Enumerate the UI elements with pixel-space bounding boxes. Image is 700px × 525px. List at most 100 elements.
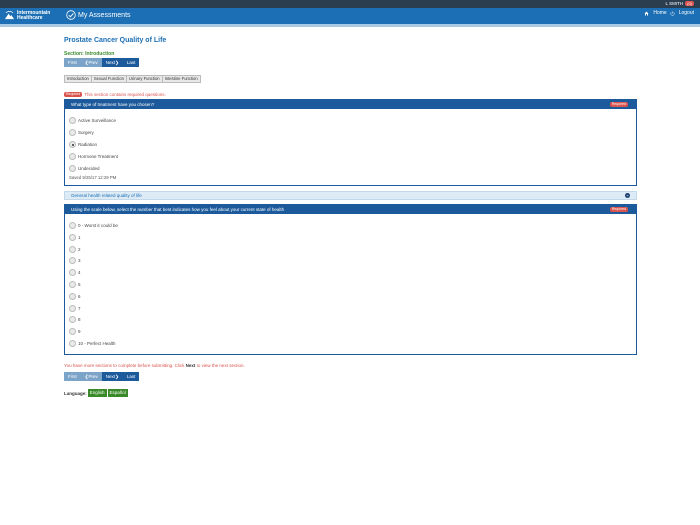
app-name[interactable]: My Assessments: [66, 10, 131, 20]
radio-button[interactable]: [69, 246, 76, 253]
required-badge: Required: [609, 102, 628, 107]
page-title: Prostate Cancer Quality of Life: [64, 37, 167, 44]
last-button[interactable]: Last: [122, 58, 140, 67]
option-label: 8: [78, 317, 81, 322]
pager-bottom: First ❮ Prev Next ❯ Last: [64, 372, 140, 381]
checkmark-shield-icon: [66, 10, 76, 20]
option-scale-2[interactable]: 2: [69, 246, 81, 253]
home-icon: [644, 11, 649, 15]
option-scale-6[interactable]: 6: [69, 293, 81, 300]
section-label: Section: Introduction: [64, 51, 115, 57]
required-notice: Required This section contains required …: [64, 92, 166, 97]
option-label: Active Surveillance: [78, 118, 117, 123]
header-nav: Home Logout: [641, 10, 694, 16]
mountain-logo-icon: [4, 11, 15, 20]
language-english-button[interactable]: English: [87, 389, 107, 397]
radio-button[interactable]: [69, 316, 76, 323]
question-treatment-title: What type of treatment have you chosen?: [71, 102, 155, 107]
option-label: 4: [78, 270, 81, 275]
home-link[interactable]: Home: [644, 10, 667, 16]
radio-button[interactable]: [69, 293, 76, 300]
first-button[interactable]: First: [64, 372, 81, 381]
logout-label: Logout: [678, 10, 694, 16]
tab-intestine-function[interactable]: Intestine Function: [162, 76, 200, 82]
question-treatment-panel: What type of treatment have you chosen? …: [64, 99, 637, 186]
option-surgery[interactable]: Surgery: [69, 129, 94, 136]
option-radiation[interactable]: Radiation: [69, 141, 97, 148]
app-name-label: My Assessments: [78, 11, 131, 19]
required-notice-text: This section contains required questions…: [84, 92, 166, 97]
option-active-surveillance[interactable]: Active Surveillance: [69, 117, 116, 124]
power-icon: [670, 10, 675, 16]
option-label: Surgery: [78, 130, 94, 135]
next-label: Next: [105, 374, 116, 379]
option-label: Radiation: [78, 142, 98, 147]
option-scale-0[interactable]: 0 - Worst it could be: [69, 222, 118, 229]
radio-button[interactable]: [69, 269, 76, 276]
prev-label: Prev: [88, 374, 98, 379]
saved-timestamp: Saved 9/25/17 12:29 PM: [69, 175, 117, 180]
required-badge: Required: [64, 92, 83, 97]
user-info[interactable]: L SMITH (0): [666, 1, 694, 6]
language-selector: Language: English Español: [64, 389, 128, 397]
radio-button[interactable]: [69, 328, 76, 335]
radio-button[interactable]: [69, 165, 76, 172]
next-button[interactable]: Next ❯: [101, 58, 123, 67]
section-general-health[interactable]: General health related quality of life +: [64, 191, 637, 200]
radio-button[interactable]: [69, 281, 76, 288]
radio-button[interactable]: [69, 305, 76, 312]
option-scale-10[interactable]: 10 - Perfect Health: [69, 340, 116, 347]
option-scale-7[interactable]: 7: [69, 305, 81, 312]
question-health-scale-title: Using the scale below, select the number…: [71, 207, 285, 212]
notice-text-start: You have more sections to complete befor…: [64, 363, 186, 368]
option-hormone-treatment[interactable]: Hormone Treatment: [69, 153, 118, 160]
option-label: 9: [78, 329, 81, 334]
option-scale-5[interactable]: 5: [69, 281, 81, 288]
chevron-right-icon: ❯: [115, 60, 119, 65]
radio-button[interactable]: [69, 234, 76, 241]
more-sections-notice: You have more sections to complete befor…: [64, 363, 245, 368]
question-treatment-header: What type of treatment have you chosen? …: [65, 100, 636, 109]
option-undecided[interactable]: Undecided: [69, 165, 100, 172]
radio-button[interactable]: [69, 340, 76, 347]
radio-button-selected[interactable]: [69, 141, 76, 148]
prev-button[interactable]: ❮ Prev: [80, 58, 102, 67]
logo-line-2: Healthcare: [17, 14, 43, 21]
language-espanol-button[interactable]: Español: [107, 389, 128, 397]
prev-label: Prev: [88, 60, 98, 65]
section-general-health-title: General health related quality of life: [71, 193, 142, 198]
user-name: L SMITH: [665, 1, 684, 6]
tab-introduction[interactable]: Introduction: [65, 76, 92, 82]
option-label: 1: [78, 235, 81, 240]
radio-button[interactable]: [69, 222, 76, 229]
option-scale-1[interactable]: 1: [69, 234, 81, 241]
next-label: Next: [105, 60, 116, 65]
option-label: 5: [78, 282, 81, 287]
radio-button[interactable]: [69, 153, 76, 160]
option-scale-3[interactable]: 3: [69, 257, 81, 264]
required-badge: Required: [609, 207, 628, 212]
option-label: 6: [78, 294, 81, 299]
brand-logo[interactable]: Intermountain Healthcare: [4, 10, 50, 21]
question-health-scale-header: Using the scale below, select the number…: [65, 205, 636, 214]
option-scale-4[interactable]: 4: [69, 269, 81, 276]
radio-button[interactable]: [69, 117, 76, 124]
option-scale-8[interactable]: 8: [69, 316, 81, 323]
option-label: Undecided: [78, 166, 100, 171]
tab-urinary-function[interactable]: Urinary Function: [126, 76, 163, 82]
radio-button[interactable]: [69, 257, 76, 264]
logout-link[interactable]: Logout: [670, 10, 694, 16]
header-divider: [0, 24, 700, 27]
chevron-right-icon: ❯: [115, 374, 119, 379]
option-label: 3: [78, 258, 81, 263]
radio-button[interactable]: [69, 129, 76, 136]
prev-button[interactable]: ❮ Prev: [80, 372, 102, 381]
first-button[interactable]: First: [64, 58, 81, 67]
last-button[interactable]: Last: [122, 372, 140, 381]
tab-sexual-function[interactable]: Sexual Function: [91, 76, 127, 82]
option-scale-9[interactable]: 9: [69, 328, 81, 335]
next-button[interactable]: Next ❯: [101, 372, 123, 381]
expand-icon[interactable]: +: [625, 193, 630, 198]
section-tabs: Introduction Sexual Function Urinary Fun…: [64, 75, 201, 83]
notice-next-word: Next: [185, 363, 196, 368]
